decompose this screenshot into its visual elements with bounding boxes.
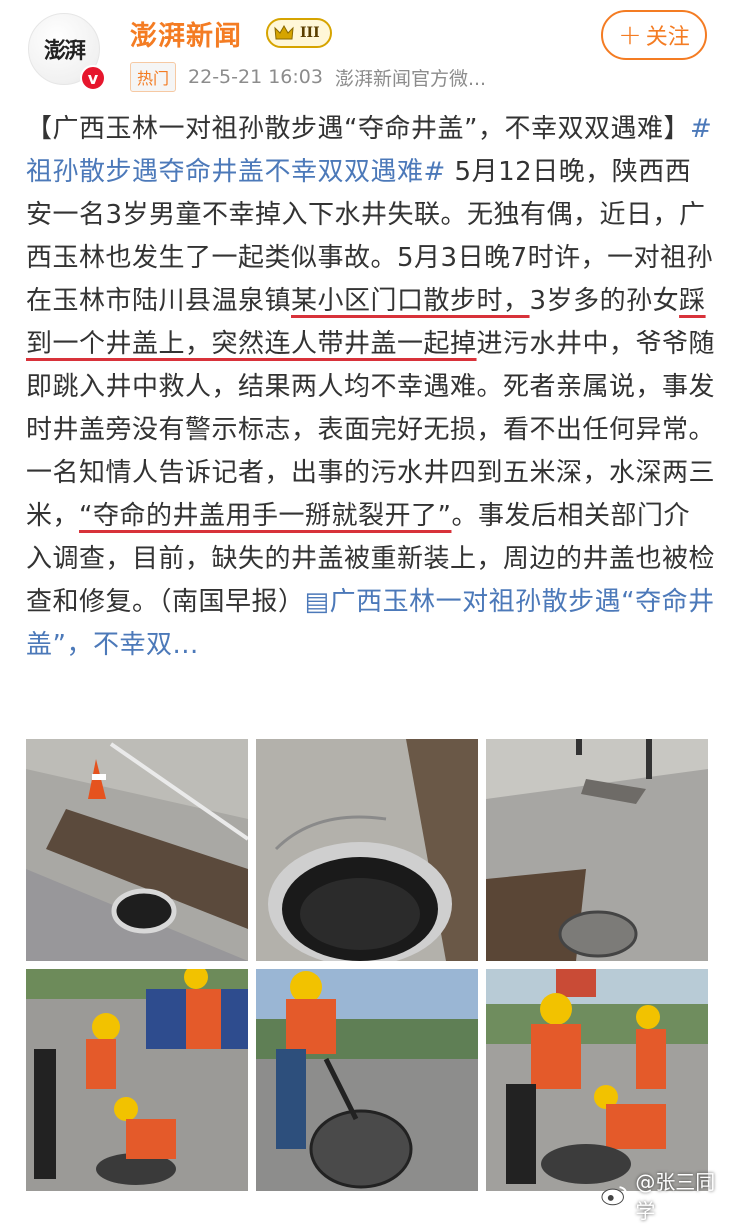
underlined-text-3: 突然连人带井盖一起掉 [211, 329, 477, 359]
hot-tag: 热门 [130, 62, 177, 92]
member-level-text: III [300, 25, 320, 41]
photo-worker-lifting-cover[interactable] [256, 969, 478, 1191]
verified-badge-icon: v [80, 65, 106, 91]
watermark-text: @张三同学 [635, 1170, 716, 1223]
post-meta: 热门 22-5-21 16:03 澎湃新闻官方微... [130, 62, 486, 92]
plus-icon: + [618, 18, 642, 51]
follow-button[interactable]: + 关注 [601, 10, 707, 60]
crown-icon [274, 24, 294, 40]
article-icon: ▤ [304, 587, 330, 617]
post-header: 澎湃 v 澎湃新闻 III 热门 22-5-21 16:03 澎湃新闻官方微..… [0, 0, 733, 105]
post-body: 【广西玉林一对祖孙散步遇“夺命井盖”，不幸双双遇难】#祖孙散步遇夺命井盖不幸双双… [26, 108, 716, 667]
post-source: 澎湃新闻官方微... [334, 67, 487, 90]
avatar-text: 澎湃 [43, 38, 86, 64]
member-level-badge[interactable]: III [266, 18, 332, 48]
photo-open-manhole-sidewalk[interactable] [26, 739, 248, 961]
post-timestamp: 22-5-21 16:03 [188, 66, 323, 88]
underlined-text-1: 某小区门口散步时， [291, 286, 530, 316]
author-name[interactable]: 澎湃新闻 [130, 14, 242, 53]
photo-manhole-street-view[interactable] [486, 739, 708, 961]
headline: 【广西玉林一对祖孙散步遇“夺命井盖”，不幸双双遇难】 [26, 114, 690, 144]
follow-label: 关注 [645, 25, 690, 50]
photo-workers-repairing[interactable] [486, 969, 708, 1191]
body-text-2: 3岁多的孙女 [529, 286, 680, 316]
underlined-text-4: “夺命的井盖用手一掰就裂开了” [79, 501, 452, 531]
photo-workers-inspecting[interactable] [26, 969, 248, 1191]
weibo-icon [601, 1186, 628, 1206]
photo-manhole-closeup[interactable] [256, 739, 478, 961]
weibo-watermark: @张三同学 [600, 1166, 733, 1224]
